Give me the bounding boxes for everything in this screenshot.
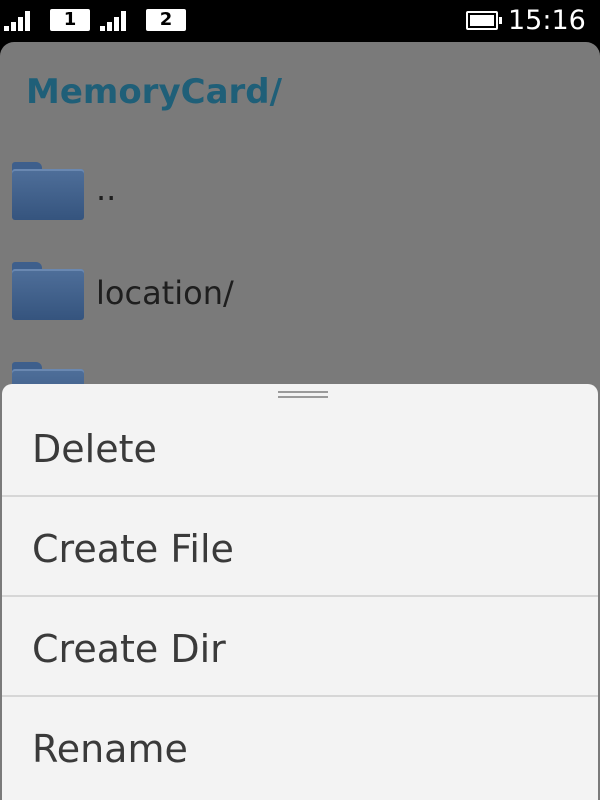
battery-icon bbox=[466, 11, 502, 30]
file-name: .. bbox=[96, 170, 117, 208]
menu-item-create-dir[interactable]: Create Dir bbox=[2, 597, 598, 697]
file-row-location[interactable]: location/ bbox=[0, 250, 600, 350]
folder-icon bbox=[12, 162, 84, 220]
file-row-parent[interactable]: .. bbox=[0, 150, 600, 250]
menu-item-delete[interactable]: Delete bbox=[2, 397, 598, 497]
status-bar: 1 2 15:16 bbox=[0, 0, 600, 42]
menu-item-label: Create Dir bbox=[32, 627, 226, 671]
menu-item-label: Delete bbox=[32, 427, 157, 471]
signal-strength-icon bbox=[4, 11, 40, 31]
menu-item-label: Rename bbox=[32, 727, 188, 771]
folder-icon bbox=[12, 262, 84, 320]
clock: 15:16 bbox=[508, 5, 586, 36]
current-path: MemoryCard/ bbox=[26, 72, 283, 112]
file-name: location/ bbox=[96, 274, 234, 312]
sim1-badge: 1 bbox=[50, 9, 90, 31]
signal-strength-icon bbox=[100, 11, 136, 31]
menu-item-label: Create File bbox=[32, 527, 234, 571]
context-menu-sheet: Delete Create File Create Dir Rename bbox=[2, 384, 598, 800]
menu-item-rename[interactable]: Rename bbox=[2, 697, 598, 797]
sim2-badge: 2 bbox=[146, 9, 186, 31]
menu-item-create-file[interactable]: Create File bbox=[2, 497, 598, 597]
